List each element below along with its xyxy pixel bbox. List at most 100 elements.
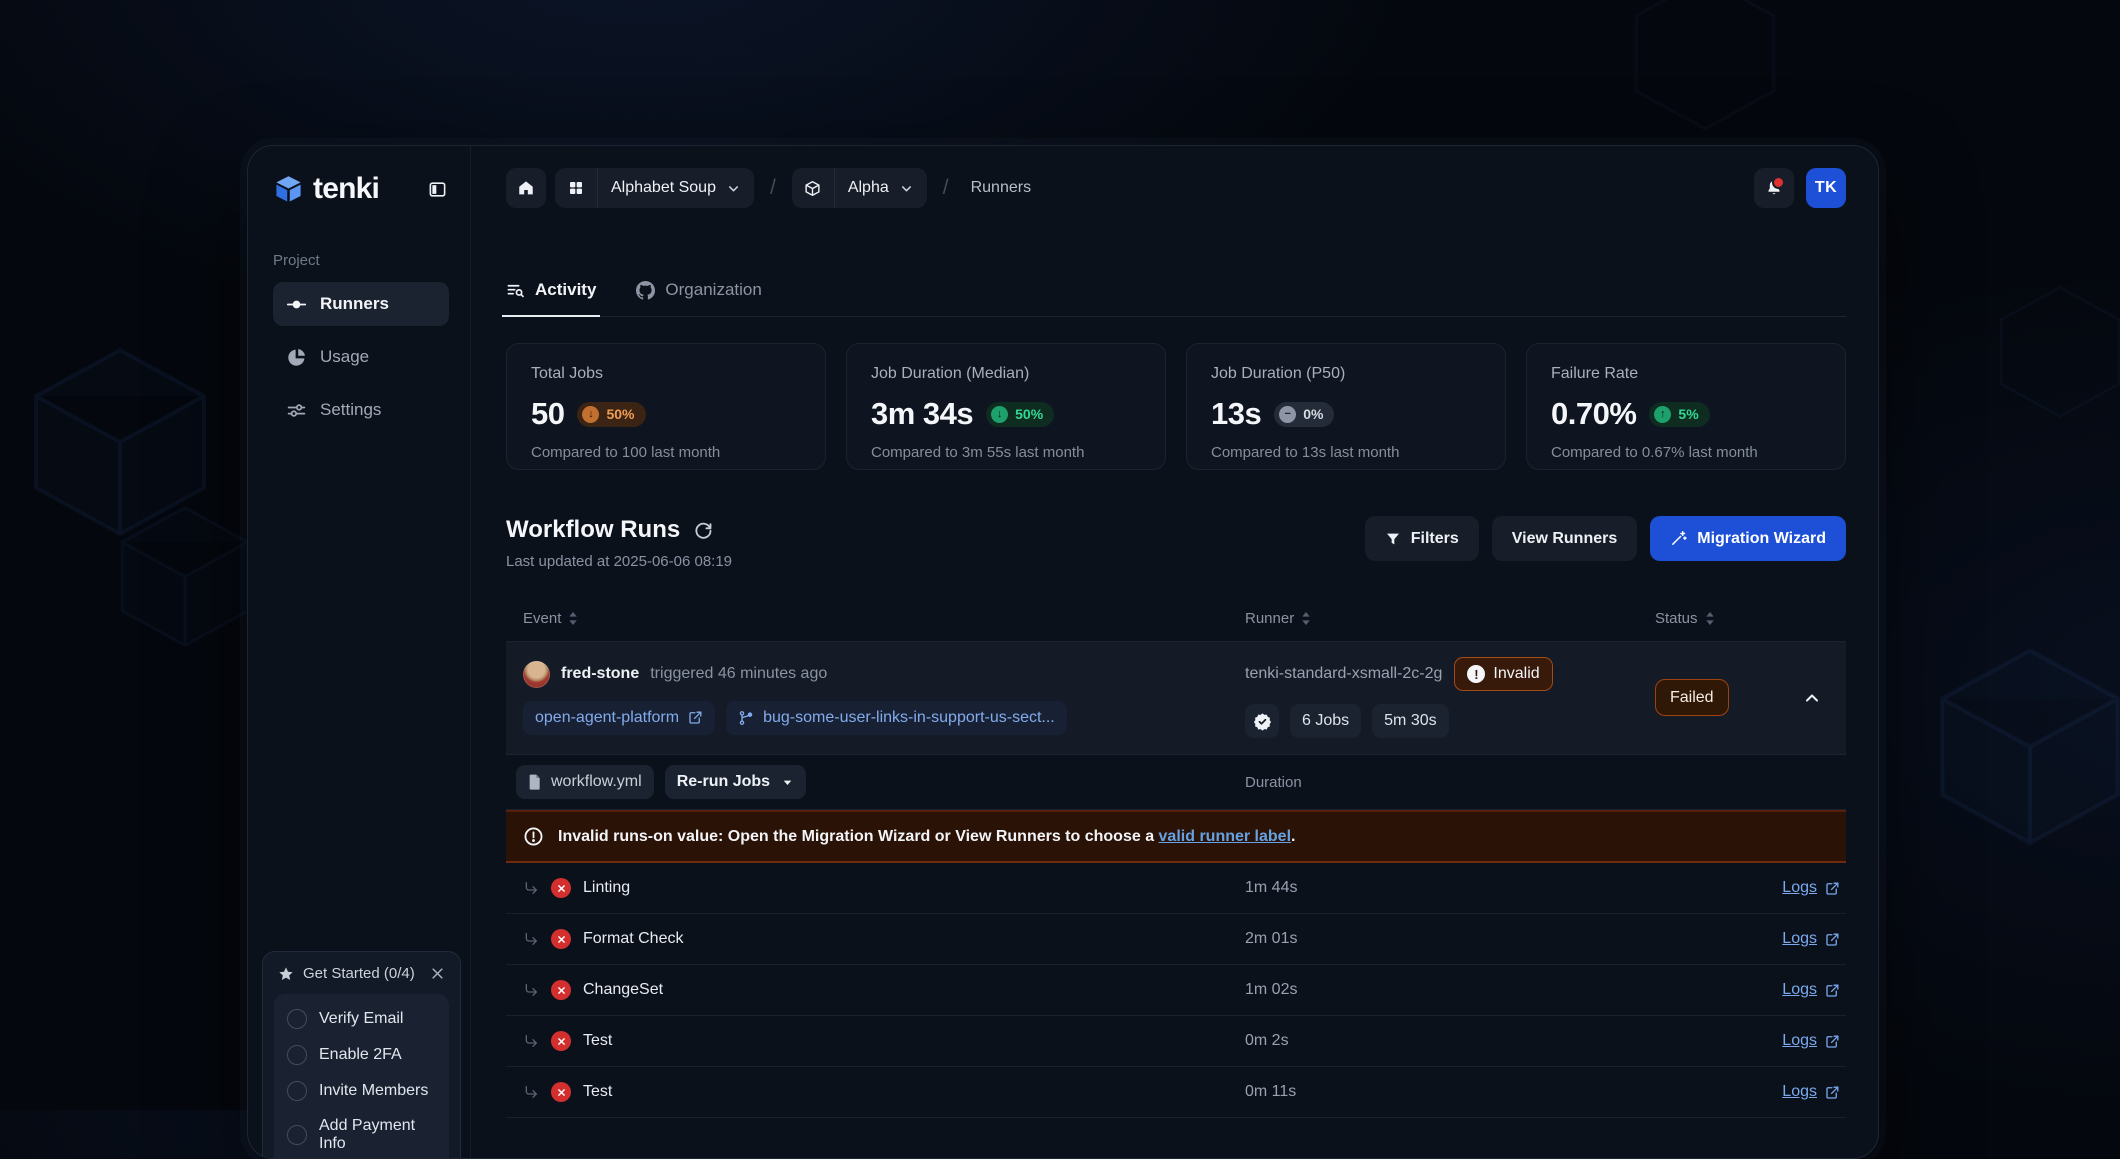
tab-organization[interactable]: Organization: [636, 280, 761, 316]
chevron-up-icon[interactable]: [1802, 688, 1822, 708]
sidebar-item-usage[interactable]: Usage: [273, 335, 449, 379]
brand-name: tenki: [313, 172, 379, 206]
get-started-checklist: Verify Email Enable 2FA Invite Members A…: [274, 994, 449, 1159]
tab-activity[interactable]: Activity: [506, 280, 596, 316]
job-row-format-check: Format Check 2m 01s Logs: [506, 914, 1846, 965]
stat-value: 13s: [1211, 396, 1261, 432]
logs-link[interactable]: Logs: [1782, 1083, 1817, 1101]
get-started-widget: Get Started (0/4) Verify Email Enable 2F…: [262, 951, 461, 1159]
run-user: fred-stone: [561, 665, 639, 683]
sidebar-item-runners[interactable]: Runners: [273, 282, 449, 326]
logs-link[interactable]: Logs: [1782, 930, 1817, 948]
logs-link[interactable]: Logs: [1782, 1032, 1817, 1050]
warning-suffix: .: [1291, 828, 1295, 845]
repo-link-chip[interactable]: open-agent-platform: [523, 701, 715, 735]
workflow-runs-header: Workflow Runs Last updated at 2025-06-06…: [506, 516, 1846, 570]
git-branch-icon: [738, 710, 754, 726]
trend-value: 0%: [1303, 406, 1323, 422]
column-header-runner[interactable]: Runner: [1245, 610, 1655, 627]
view-runners-button[interactable]: View Runners: [1492, 516, 1638, 561]
notification-dot: [1772, 176, 1785, 189]
home-button[interactable]: [506, 168, 546, 208]
checklist-item-verify-email[interactable]: Verify Email: [287, 1009, 436, 1029]
sidebar-collapse-button[interactable]: [425, 177, 449, 201]
corner-down-right-icon: [523, 931, 539, 947]
github-icon: [636, 281, 655, 300]
job-name: Linting: [583, 879, 630, 897]
logs-link[interactable]: Logs: [1782, 879, 1817, 897]
refresh-icon[interactable]: [693, 520, 713, 540]
stat-card-failure-rate: Failure Rate 0.70% ↑5% Compared to 0.67%…: [1526, 343, 1846, 470]
sidebar-nav: Runners Usage Settings: [273, 282, 449, 432]
arrow-down-circle-icon: ↓: [991, 406, 1008, 423]
external-link-icon: [1825, 983, 1840, 998]
failed-x-circle-icon: [551, 980, 571, 1000]
sidebar-item-label: Usage: [320, 347, 369, 367]
trend-value: 50%: [606, 406, 634, 422]
pie-chart-icon: [286, 347, 307, 368]
stat-card-duration-median: Job Duration (Median) 3m 34s ↓50% Compar…: [846, 343, 1166, 470]
checkbox-circle-icon: [287, 1125, 307, 1145]
valid-runner-label-link[interactable]: valid runner label: [1159, 828, 1291, 845]
logs-link[interactable]: Logs: [1782, 981, 1817, 999]
checklist-item-enable-2fa[interactable]: Enable 2FA: [287, 1045, 436, 1065]
checklist-item-invite-members[interactable]: Invite Members: [287, 1081, 436, 1101]
migration-wizard-button[interactable]: Migration Wizard: [1650, 516, 1846, 561]
job-duration: 2m 01s: [1245, 930, 1655, 948]
activity-list-search-icon: [506, 281, 525, 300]
user-avatar[interactable]: TK: [1806, 168, 1846, 208]
job-duration: 1m 02s: [1245, 981, 1655, 999]
close-icon[interactable]: [430, 966, 445, 981]
external-link-icon: [688, 710, 703, 725]
org-name: Alphabet Soup: [598, 179, 726, 197]
runner-commit-icon: [286, 294, 307, 315]
org-switcher[interactable]: Alphabet Soup: [555, 168, 754, 208]
checklist-item-label: Add Payment Info: [319, 1117, 436, 1153]
warning-text: Invalid runs-on value: Open the Migratio…: [558, 828, 1159, 845]
trend-badge: ↑5%: [1649, 402, 1709, 427]
badge-check-icon: [1253, 712, 1272, 731]
sort-icon: [568, 612, 578, 625]
home-icon: [517, 179, 535, 197]
grid-icon: [555, 168, 598, 208]
branch-name: bug-some-user-links-in-support-us-sect..…: [763, 709, 1055, 727]
sidebar-item-settings[interactable]: Settings: [273, 388, 449, 432]
corner-down-right-icon: [523, 982, 539, 998]
column-label: Status: [1655, 610, 1698, 627]
job-row-linting: Linting 1m 44s Logs: [506, 863, 1846, 914]
filters-button[interactable]: Filters: [1365, 516, 1479, 561]
topbar: Alphabet Soup / Alpha / Runners: [506, 168, 1846, 208]
stat-label: Total Jobs: [531, 365, 801, 383]
workflow-file-chip: workflow.yml: [516, 765, 654, 799]
job-duration: 0m 11s: [1245, 1083, 1655, 1101]
star-icon: [278, 966, 294, 982]
last-updated-text: Last updated at 2025-06-06 08:19: [506, 553, 732, 570]
checklist-item-label: Invite Members: [319, 1082, 428, 1100]
notifications-button[interactable]: [1754, 168, 1794, 208]
column-header-event[interactable]: Event: [506, 610, 1245, 627]
failed-x-circle-icon: [551, 1082, 571, 1102]
sidebar-section-label: Project: [273, 252, 449, 269]
migration-wizard-button-label: Migration Wizard: [1697, 530, 1826, 548]
corner-down-right-icon: [523, 880, 539, 896]
branch-link-chip[interactable]: bug-some-user-links-in-support-us-sect..…: [726, 701, 1067, 735]
user-photo-avatar: [523, 661, 550, 688]
job-row-test-2: Test 0m 11s Logs: [506, 1067, 1846, 1118]
project-switcher[interactable]: Alpha: [792, 168, 927, 208]
breadcrumb-current-page: Runners: [971, 179, 1031, 197]
trend-badge: ↓50%: [577, 402, 645, 427]
failed-x-circle-icon: [551, 878, 571, 898]
failed-x-circle-icon: [551, 1031, 571, 1051]
checklist-item-add-payment[interactable]: Add Payment Info: [287, 1117, 436, 1153]
status-badge-failed: Failed: [1655, 679, 1729, 716]
rerun-jobs-dropdown[interactable]: Re-run Jobs: [665, 765, 806, 799]
column-header-status[interactable]: Status: [1655, 610, 1846, 627]
tenki-cube-logo-icon: [273, 175, 304, 203]
job-name: ChangeSet: [583, 981, 663, 999]
stat-compare: Compared to 100 last month: [531, 444, 801, 461]
trend-badge: −0%: [1274, 402, 1334, 427]
stat-value: 0.70%: [1551, 396, 1636, 432]
external-link-icon: [1825, 881, 1840, 896]
job-duration: 1m 44s: [1245, 879, 1655, 897]
panel-left-icon: [428, 180, 447, 199]
